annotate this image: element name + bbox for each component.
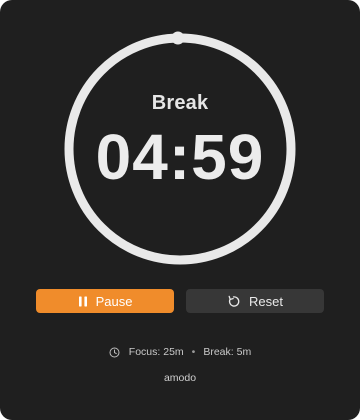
settings-separator: • bbox=[191, 346, 196, 358]
brand-name: amodo bbox=[163, 372, 197, 384]
time-remaining: 04:59 bbox=[95, 121, 265, 193]
progress-knob[interactable] bbox=[171, 31, 185, 45]
pause-icon bbox=[78, 296, 88, 307]
clock-icon bbox=[109, 347, 120, 358]
reset-button-label: Reset bbox=[249, 293, 283, 309]
session-settings: Focus: 25m • Break: 5m bbox=[0, 346, 360, 358]
timer-mode-label: Break bbox=[151, 92, 209, 114]
focus-duration: Focus: 25m bbox=[128, 346, 184, 358]
break-duration: Break: 5m bbox=[203, 346, 252, 358]
pause-button-label: Pause bbox=[95, 293, 133, 309]
reset-button[interactable]: Reset bbox=[186, 289, 324, 313]
pause-button[interactable]: Pause bbox=[36, 289, 174, 313]
reset-icon bbox=[227, 295, 240, 308]
timer-window: Break 04:59 Pause Reset Focus: 25m • Bre… bbox=[0, 0, 360, 420]
